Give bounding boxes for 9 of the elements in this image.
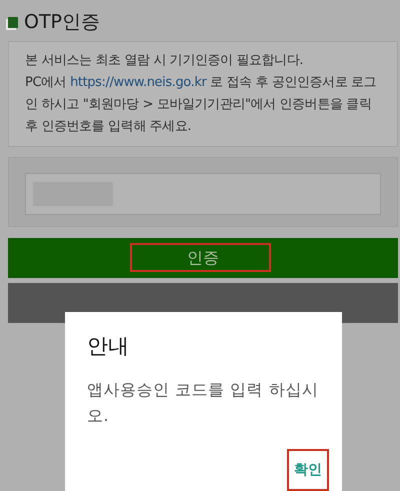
dialog-title: 안내 xyxy=(87,333,130,360)
dialog-message: 앱사용승인 코드를 입력 하십시오. xyxy=(87,379,320,427)
square-bullet-icon xyxy=(8,16,18,28)
site-link[interactable]: https://www.neis.go.kr xyxy=(70,75,206,90)
section-title: OTP인증 xyxy=(24,10,100,35)
confirm-button[interactable]: 확인 xyxy=(287,449,329,491)
code-input-field[interactable] xyxy=(25,173,381,215)
notice-text: 본 서비스는 최초 열람 시 기기인증이 필요합니다. PC에서 https://www.neis.go.kr 로 접속 후 공인인증서로 로그인 하시고 "회원마당 > 모바일기기관리"에서 인증버튼을 클릭 후 인증번호를 입력해 주세요. xyxy=(8,41,398,147)
verify-button[interactable]: 인증 xyxy=(8,238,398,278)
